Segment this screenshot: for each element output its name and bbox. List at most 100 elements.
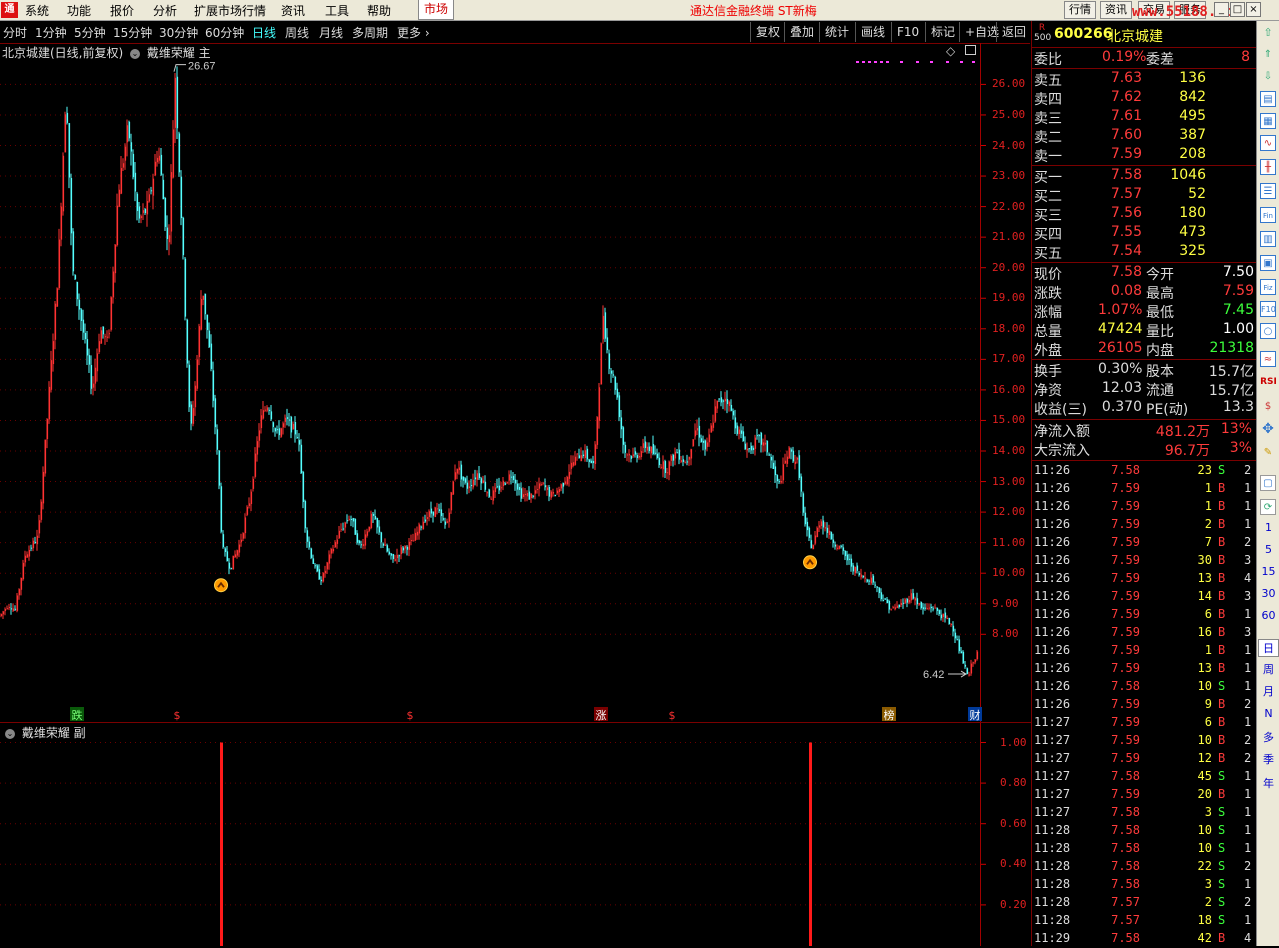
rsi-button[interactable]: RSI — [1257, 377, 1279, 387]
menu-system[interactable]: 系统 — [25, 2, 49, 19]
period-weekly[interactable]: 周线 — [285, 24, 309, 41]
sell-row[interactable]: 卖一 7.59 208 — [1032, 146, 1256, 165]
side-period-10[interactable]: 多 — [1257, 729, 1279, 745]
tick-row[interactable]: 11:26 7.58 10 S 1 — [1032, 678, 1256, 696]
tool-f10[interactable]: F10 — [891, 22, 924, 42]
tick-row[interactable]: 11:26 7.59 2 B 1 — [1032, 516, 1256, 534]
event-marker[interactable]: 涨 — [594, 707, 608, 722]
side-period-9[interactable]: N — [1257, 707, 1279, 720]
move-icon[interactable]: ✥ — [1260, 421, 1276, 437]
period-more[interactable]: 更多 › — [397, 24, 430, 41]
tick-row[interactable]: 11:26 7.59 16 B 3 — [1032, 624, 1256, 642]
tick-row[interactable]: 11:26 7.59 7 B 2 — [1032, 534, 1256, 552]
menu-function[interactable]: 功能 — [67, 2, 91, 19]
side-period-1[interactable]: 1 — [1257, 521, 1279, 534]
table-icon[interactable]: ▦ — [1260, 113, 1276, 129]
price-chart[interactable]: 26.67 6.42 跌 $ $ 涨 $ 榜 财 — [0, 43, 1030, 723]
period-5min[interactable]: 5分钟 — [74, 24, 106, 41]
tick-row[interactable]: 11:27 7.58 3 S 1 — [1032, 804, 1256, 822]
event-marker[interactable]: $ — [669, 709, 676, 722]
tick-row[interactable]: 11:27 7.58 45 S 1 — [1032, 768, 1256, 786]
tick-row[interactable]: 11:29 7.58 42 B 4 — [1032, 930, 1256, 948]
maximize-icon[interactable]: □ — [1230, 2, 1245, 17]
tick-row[interactable]: 11:28 7.58 22 S 2 — [1032, 858, 1256, 876]
tick-row[interactable]: 11:26 7.59 13 B 1 — [1032, 660, 1256, 678]
document-icon[interactable]: ▥ — [1260, 231, 1276, 247]
menu-quote[interactable]: 报价 — [110, 2, 134, 19]
promo-ticker[interactable]: 通达信金融终端 ST新梅 — [690, 2, 817, 19]
page-icon[interactable]: ▢ — [1260, 475, 1276, 491]
buy-row[interactable]: 买一 7.58 1046 — [1032, 167, 1256, 186]
buy-row[interactable]: 买五 7.54 325 — [1032, 243, 1256, 262]
event-marker[interactable]: $ — [174, 709, 181, 722]
menu-extended-market[interactable]: 扩展市场行情 — [194, 2, 266, 19]
event-marker[interactable]: 榜 — [882, 707, 896, 722]
tool-draw[interactable]: 画线 — [855, 22, 890, 42]
line-chart-icon[interactable]: ∿ — [1260, 135, 1276, 151]
f10-icon[interactable]: F10 — [1260, 301, 1276, 317]
event-marker[interactable]: $ — [407, 709, 414, 722]
event-marker[interactable]: 财 — [968, 707, 982, 722]
indicator-chart[interactable] — [0, 723, 1030, 946]
arrow-down-icon[interactable]: ⇩ — [1260, 69, 1276, 85]
tool-mark[interactable]: 标记 — [925, 22, 960, 42]
pencil-icon[interactable]: ✎ — [1260, 445, 1276, 461]
side-period-5[interactable]: 60 — [1257, 609, 1279, 622]
buy-row[interactable]: 买四 7.55 473 — [1032, 224, 1256, 243]
fiz-icon[interactable]: Fiz — [1260, 279, 1276, 295]
tick-row[interactable]: 11:27 7.59 10 B 2 — [1032, 732, 1256, 750]
tick-row[interactable]: 11:28 7.58 10 S 1 — [1032, 822, 1256, 840]
tick-row[interactable]: 11:26 7.59 1 B 1 — [1032, 480, 1256, 498]
side-period-11[interactable]: 季 — [1257, 751, 1279, 767]
notes-icon[interactable]: ▣ — [1260, 255, 1276, 271]
top-btn-quote[interactable]: 行情 — [1064, 1, 1096, 19]
tick-row[interactable]: 11:26 7.59 13 B 4 — [1032, 570, 1256, 588]
tool-restore-rights[interactable]: 复权 — [750, 22, 785, 42]
tick-row[interactable]: 11:26 7.59 9 B 2 — [1032, 696, 1256, 714]
report-icon[interactable]: ▤ — [1260, 91, 1276, 107]
kline-icon[interactable]: ╫ — [1260, 159, 1276, 175]
arrow-up-small-icon[interactable]: ⇑ — [1260, 47, 1276, 63]
menu-news[interactable]: 资讯 — [281, 2, 305, 19]
sell-row[interactable]: 卖三 7.61 495 — [1032, 108, 1256, 127]
period-intraday[interactable]: 分时 — [3, 24, 27, 41]
tick-row[interactable]: 11:27 7.59 6 B 1 — [1032, 714, 1256, 732]
side-period-4[interactable]: 30 — [1257, 587, 1279, 600]
period-60min[interactable]: 60分钟 — [205, 24, 244, 41]
menu-tools[interactable]: 工具 — [325, 2, 349, 19]
circle-icon[interactable]: ○ — [1260, 323, 1276, 339]
side-period-3[interactable]: 15 — [1257, 565, 1279, 578]
tick-row[interactable]: 11:26 7.59 1 B 1 — [1032, 498, 1256, 516]
tick-row[interactable]: 11:28 7.57 18 S 1 — [1032, 912, 1256, 930]
refresh-icon[interactable]: ⟳ — [1260, 499, 1276, 515]
tool-statistics[interactable]: 统计 — [819, 22, 854, 42]
sell-row[interactable]: 卖四 7.62 842 — [1032, 89, 1256, 108]
tick-row[interactable]: 11:28 7.58 3 S 1 — [1032, 876, 1256, 894]
tool-overlay[interactable]: 叠加 — [784, 22, 819, 42]
tool-back[interactable]: 返回 — [996, 22, 1031, 42]
side-period-2[interactable]: 5 — [1257, 543, 1279, 556]
menu-market-tab[interactable]: 市场 — [418, 0, 454, 20]
close-icon[interactable]: × — [1246, 2, 1261, 17]
fin-icon[interactable]: Fin — [1260, 207, 1276, 223]
tick-row[interactable]: 11:27 7.59 20 B 1 — [1032, 786, 1256, 804]
tick-row[interactable]: 11:26 7.58 23 S 2 — [1032, 462, 1256, 480]
tick-row[interactable]: 11:26 7.59 6 B 1 — [1032, 606, 1256, 624]
menu-help[interactable]: 帮助 — [367, 2, 391, 19]
side-period-8[interactable]: 月 — [1257, 683, 1279, 699]
period-monthly[interactable]: 月线 — [319, 24, 343, 41]
arrow-up-icon[interactable]: ⇧ — [1260, 25, 1276, 41]
tick-row[interactable]: 11:28 7.58 10 S 1 — [1032, 840, 1256, 858]
period-15min[interactable]: 15分钟 — [113, 24, 152, 41]
money-icon[interactable]: $ — [1260, 399, 1276, 415]
side-period-6[interactable]: 日 — [1258, 639, 1279, 657]
period-30min[interactable]: 30分钟 — [159, 24, 198, 41]
period-1min[interactable]: 1分钟 — [35, 24, 67, 41]
buy-row[interactable]: 买二 7.57 52 — [1032, 186, 1256, 205]
tick-row[interactable]: 11:26 7.59 30 B 3 — [1032, 552, 1256, 570]
top-btn-news[interactable]: 资讯 — [1100, 1, 1132, 19]
list-icon[interactable]: ☰ — [1260, 183, 1276, 199]
side-period-7[interactable]: 周 — [1257, 661, 1279, 677]
period-daily[interactable]: 日线 — [252, 24, 276, 41]
minimize-icon[interactable]: _ — [1214, 2, 1229, 17]
